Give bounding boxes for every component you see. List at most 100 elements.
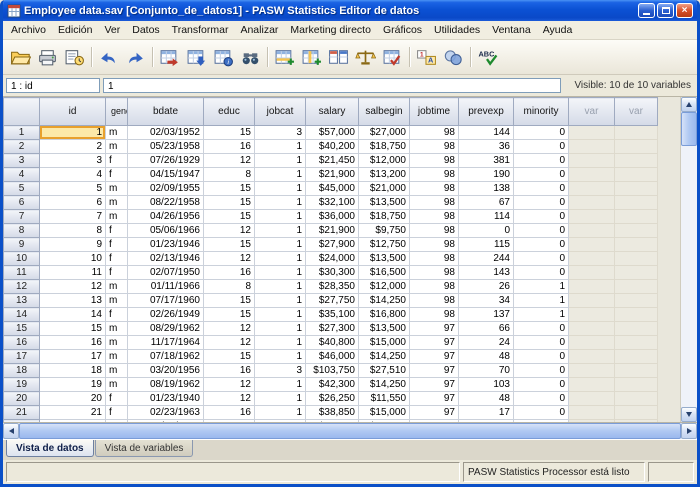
cell-17-var2[interactable] (615, 350, 658, 364)
row-header-14[interactable]: 14 (4, 308, 40, 322)
cell-12-var1[interactable] (569, 280, 615, 294)
row-header-4[interactable]: 4 (4, 168, 40, 182)
scroll-down-button[interactable] (681, 407, 697, 422)
cell-2-minority[interactable]: 0 (514, 140, 569, 154)
cell-8-minority[interactable]: 0 (514, 224, 569, 238)
open-data-button[interactable] (7, 44, 34, 70)
cell-19-jobtime[interactable]: 97 (410, 378, 459, 392)
cell-9-gender[interactable]: f (106, 238, 128, 252)
cell-10-var1[interactable] (569, 252, 615, 266)
cell-10-id[interactable]: 10 (40, 252, 106, 266)
cell-3-salbegin[interactable]: $12,000 (359, 154, 410, 168)
cell-13-salbegin[interactable]: $14,250 (359, 294, 410, 308)
cell-19-var2[interactable] (615, 378, 658, 392)
row-header-18[interactable]: 18 (4, 364, 40, 378)
cell-14-var1[interactable] (569, 308, 615, 322)
column-header-jobcat[interactable]: jobcat (255, 98, 306, 126)
cell-1-salary[interactable]: $57,000 (306, 126, 359, 140)
cell-6-prevexp[interactable]: 67 (459, 196, 514, 210)
cell-5-id[interactable]: 5 (40, 182, 106, 196)
menu-item-ver[interactable]: Ver (98, 22, 126, 38)
cell-9-prevexp[interactable]: 115 (459, 238, 514, 252)
cell-1-jobcat[interactable]: 3 (255, 126, 306, 140)
cell-1-bdate[interactable]: 02/03/1952 (128, 126, 204, 140)
cell-18-var2[interactable] (615, 364, 658, 378)
cell-1-educ[interactable]: 15 (204, 126, 255, 140)
cell-8-prevexp[interactable]: 0 (459, 224, 514, 238)
cell-12-salary[interactable]: $28,350 (306, 280, 359, 294)
cell-4-id[interactable]: 4 (40, 168, 106, 182)
cell-11-gender[interactable]: f (106, 266, 128, 280)
cell-12-educ[interactable]: 8 (204, 280, 255, 294)
cell-6-id[interactable]: 6 (40, 196, 106, 210)
variables-button[interactable]: i (210, 44, 237, 70)
cell-7-id[interactable]: 7 (40, 210, 106, 224)
cell-17-prevexp[interactable]: 48 (459, 350, 514, 364)
cell-3-minority[interactable]: 0 (514, 154, 569, 168)
cell-14-prevexp[interactable]: 137 (459, 308, 514, 322)
cell-21-var2[interactable] (615, 406, 658, 420)
cell-21-id[interactable]: 21 (40, 406, 106, 420)
cell-3-var1[interactable] (569, 154, 615, 168)
cell-11-prevexp[interactable]: 143 (459, 266, 514, 280)
cell-3-var2[interactable] (615, 154, 658, 168)
cell-18-id[interactable]: 18 (40, 364, 106, 378)
cell-1-id[interactable]: 1 (40, 126, 106, 140)
cell-14-salbegin[interactable]: $16,800 (359, 308, 410, 322)
row-header-8[interactable]: 8 (4, 224, 40, 238)
vertical-scroll-thumb[interactable] (681, 112, 697, 146)
cell-6-gender[interactable]: m (106, 196, 128, 210)
cell-5-educ[interactable]: 15 (204, 182, 255, 196)
cell-12-gender[interactable]: m (106, 280, 128, 294)
find-button[interactable] (237, 44, 264, 70)
cell-20-var2[interactable] (615, 392, 658, 406)
cell-6-educ[interactable]: 15 (204, 196, 255, 210)
cell-6-var2[interactable] (615, 196, 658, 210)
column-header-gender[interactable]: gender (106, 98, 128, 126)
cell-12-prevexp[interactable]: 26 (459, 280, 514, 294)
cell-12-jobcat[interactable]: 1 (255, 280, 306, 294)
cell-7-minority[interactable]: 0 (514, 210, 569, 224)
cell-14-var2[interactable] (615, 308, 658, 322)
column-header-var1[interactable]: var (569, 98, 615, 126)
cell-7-jobtime[interactable]: 98 (410, 210, 459, 224)
close-button[interactable]: × (676, 3, 693, 18)
cell-5-bdate[interactable]: 02/09/1955 (128, 182, 204, 196)
cell-5-var1[interactable] (569, 182, 615, 196)
cell-9-bdate[interactable]: 01/23/1946 (128, 238, 204, 252)
cell-4-var2[interactable] (615, 168, 658, 182)
cell-8-educ[interactable]: 12 (204, 224, 255, 238)
cell-13-educ[interactable]: 15 (204, 294, 255, 308)
cell-6-minority[interactable]: 0 (514, 196, 569, 210)
cell-12-jobtime[interactable]: 98 (410, 280, 459, 294)
row-header-2[interactable]: 2 (4, 140, 40, 154)
menu-item-edicion[interactable]: Edición (52, 22, 98, 38)
row-header-3[interactable]: 3 (4, 154, 40, 168)
cell-editor[interactable]: 1 (103, 78, 561, 93)
cell-1-var2[interactable] (615, 126, 658, 140)
cell-21-educ[interactable]: 16 (204, 406, 255, 420)
cell-3-prevexp[interactable]: 381 (459, 154, 514, 168)
insert-cases-button[interactable] (271, 44, 298, 70)
row-header-7[interactable]: 7 (4, 210, 40, 224)
cell-21-bdate[interactable]: 02/23/1963 (128, 406, 204, 420)
cell-19-jobcat[interactable]: 1 (255, 378, 306, 392)
cell-7-jobcat[interactable]: 1 (255, 210, 306, 224)
split-file-button[interactable] (325, 44, 352, 70)
cell-4-gender[interactable]: f (106, 168, 128, 182)
row-header-10[interactable]: 10 (4, 252, 40, 266)
cell-7-educ[interactable]: 15 (204, 210, 255, 224)
cell-3-gender[interactable]: f (106, 154, 128, 168)
cell-12-bdate[interactable]: 01/11/1966 (128, 280, 204, 294)
cell-4-var1[interactable] (569, 168, 615, 182)
cell-2-bdate[interactable]: 05/23/1958 (128, 140, 204, 154)
cell-2-educ[interactable]: 16 (204, 140, 255, 154)
cell-8-salbegin[interactable]: $9,750 (359, 224, 410, 238)
cell-14-jobcat[interactable]: 1 (255, 308, 306, 322)
cell-3-jobcat[interactable]: 1 (255, 154, 306, 168)
cell-9-minority[interactable]: 0 (514, 238, 569, 252)
cell-14-jobtime[interactable]: 98 (410, 308, 459, 322)
cell-10-bdate[interactable]: 02/13/1946 (128, 252, 204, 266)
cell-2-gender[interactable]: m (106, 140, 128, 154)
cell-18-salbegin[interactable]: $27,510 (359, 364, 410, 378)
